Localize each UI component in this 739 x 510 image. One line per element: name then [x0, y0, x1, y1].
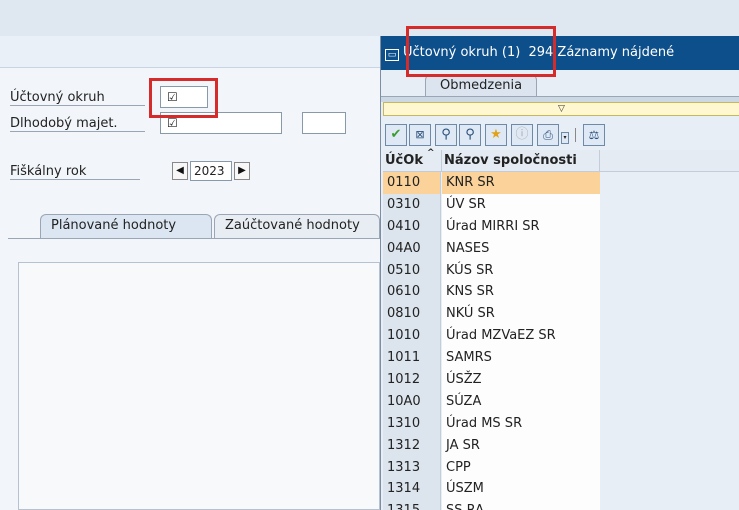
tab-restrictions[interactable]: Obmedzenia [425, 74, 538, 96]
highlight-box-title [406, 26, 556, 77]
table-row[interactable]: 0610 KNS SR [383, 281, 739, 304]
checkbox-icon: ☑ [167, 116, 178, 130]
application-toolbar [0, 36, 380, 68]
fiscal-year-field[interactable]: 2023 [190, 161, 232, 181]
results-table: ÚčOk ^ Názov spoločnosti 0110 KNR SR 0310 Ú… [383, 148, 739, 510]
cell-company-code: 10A0 [383, 390, 441, 413]
table-body: 0110 KNR SR 0310 ÚV SR 0410 Úrad MIRRI SR 04A0… [383, 172, 739, 510]
table-row[interactable]: 04A0 NASES [383, 237, 739, 260]
window-icon: ▭ [385, 49, 399, 61]
top-toolbar-area [0, 0, 739, 36]
cell-company-name: ÚSŽZ [442, 369, 600, 391]
table-row[interactable]: 1011 SAMRS [383, 347, 739, 370]
cell-company-code: 0610 [383, 281, 441, 304]
long-term-asset-label: Dlhodobý majet. [10, 116, 145, 132]
tab-content-area [18, 262, 380, 510]
company-code-label: Účtovný okruh [10, 90, 145, 106]
cell-company-name: KNS SR [442, 281, 600, 304]
check-icon[interactable]: ✔ [385, 124, 407, 146]
cell-company-code: 1012 [383, 369, 441, 391]
search-icon[interactable]: ⚲ [435, 124, 457, 146]
sort-indicator-icon: ^ [427, 148, 435, 158]
table-row[interactable]: 1315SS RA [383, 500, 739, 510]
tab-strip-line [8, 238, 380, 239]
cell-company-code: 1310 [383, 412, 441, 435]
table-header: ÚčOk ^ Názov spoločnosti [383, 148, 739, 172]
tab-planned-values[interactable]: Plánované hodnoty [40, 214, 212, 238]
cell-company-name: Úrad MIRRI SR [442, 215, 600, 238]
print-icon[interactable]: ⎙ [537, 124, 559, 146]
table-row[interactable]: 0310 ÚV SR [383, 193, 739, 216]
favorite-icon[interactable]: ★ [485, 124, 507, 146]
restrictions-toggle-bar[interactable]: ▽ [383, 102, 739, 116]
highlight-box-checkbox [149, 78, 218, 118]
popup-toolbar: ✔ ⊠ ⚲ ⚲ ★ ⓘ ⎙ ▾ ⚖ [383, 122, 739, 150]
cell-company-name: JA SR [442, 434, 600, 457]
table-row[interactable]: 1010 Úrad MZVaEZ SR [383, 325, 739, 348]
cancel-icon[interactable]: ⊠ [409, 124, 431, 146]
cell-company-code: 1010 [383, 325, 441, 348]
column-header-company-name[interactable]: Názov spoločnosti [444, 150, 600, 172]
cell-company-name: Úrad MZVaEZ SR [442, 325, 600, 348]
cell-company-name: ÚV SR [442, 193, 600, 216]
cell-company-name: KNR SR [442, 172, 600, 194]
tab-posted-values[interactable]: Zaúčtované hodnoty [214, 214, 380, 238]
cell-company-name: KÚS SR [442, 259, 600, 282]
table-row[interactable]: 1012 ÚSŽZ [383, 369, 739, 391]
table-row[interactable]: 0510 KÚS SR [383, 259, 739, 282]
value-help-popup: ▭ Účtovný okruh (1) 294 Záznamy nájdené O… [380, 36, 739, 510]
table-row[interactable]: 0110 KNR SR [383, 172, 739, 194]
cell-company-name: SÚZA [442, 390, 600, 413]
previous-year-button[interactable]: ◀ [172, 162, 188, 180]
tab-label: Plánované hodnoty [51, 218, 177, 233]
table-row[interactable]: 10A0 SÚZA [383, 390, 739, 413]
cell-company-code: 0410 [383, 215, 441, 238]
table-row[interactable]: 0810 NKÚ SR [383, 303, 739, 326]
cell-company-code: 04A0 [383, 237, 441, 260]
cell-company-code: 0510 [383, 259, 441, 282]
cell-company-code: 1011 [383, 347, 441, 370]
fiscal-year-label: Fiškálny rok [10, 164, 140, 180]
arrow-left-icon: ◀ [176, 165, 184, 176]
table-row[interactable]: 0410 Úrad MIRRI SR [383, 215, 739, 238]
cell-company-name: SS RA [442, 500, 600, 510]
cell-company-name: SAMRS [442, 347, 600, 370]
info-icon[interactable]: ⓘ [511, 124, 533, 146]
cell-company-name: ÚSZM [442, 478, 600, 501]
tab-label: Zaúčtované hodnoty [225, 218, 360, 233]
cell-company-name: CPP [442, 456, 600, 479]
cell-company-name: NKÚ SR [442, 303, 600, 326]
cell-company-code: 0810 [383, 303, 441, 326]
filter-arrow-icon: ▽ [558, 104, 565, 114]
filter-icon[interactable]: ⚖ [583, 124, 605, 146]
toolbar-separator [575, 128, 576, 142]
table-row[interactable]: 1310 Úrad MS SR [383, 412, 739, 435]
table-row[interactable]: 1312 JA SR [383, 434, 739, 457]
cell-company-code: 1313 [383, 456, 441, 479]
table-row[interactable]: 1313 CPP [383, 456, 739, 479]
cell-company-name: Úrad MS SR [442, 412, 600, 435]
long-term-asset-field[interactable] [302, 112, 346, 134]
search-next-icon[interactable]: ⚲ [459, 124, 481, 146]
cell-company-code: 1315 [383, 500, 441, 510]
dropdown-icon[interactable]: ▾ [561, 132, 569, 144]
cell-company-code: 1312 [383, 434, 441, 457]
cell-company-code: 1314 [383, 478, 441, 501]
cell-company-code: 0110 [383, 172, 441, 194]
next-year-button[interactable]: ▶ [234, 162, 250, 180]
arrow-right-icon: ▶ [238, 165, 246, 176]
cell-company-code: 0310 [383, 193, 441, 216]
column-divider [441, 150, 442, 172]
column-divider [599, 150, 600, 172]
cell-company-name: NASES [442, 237, 600, 260]
table-row[interactable]: 1314 ÚSZM [383, 478, 739, 501]
